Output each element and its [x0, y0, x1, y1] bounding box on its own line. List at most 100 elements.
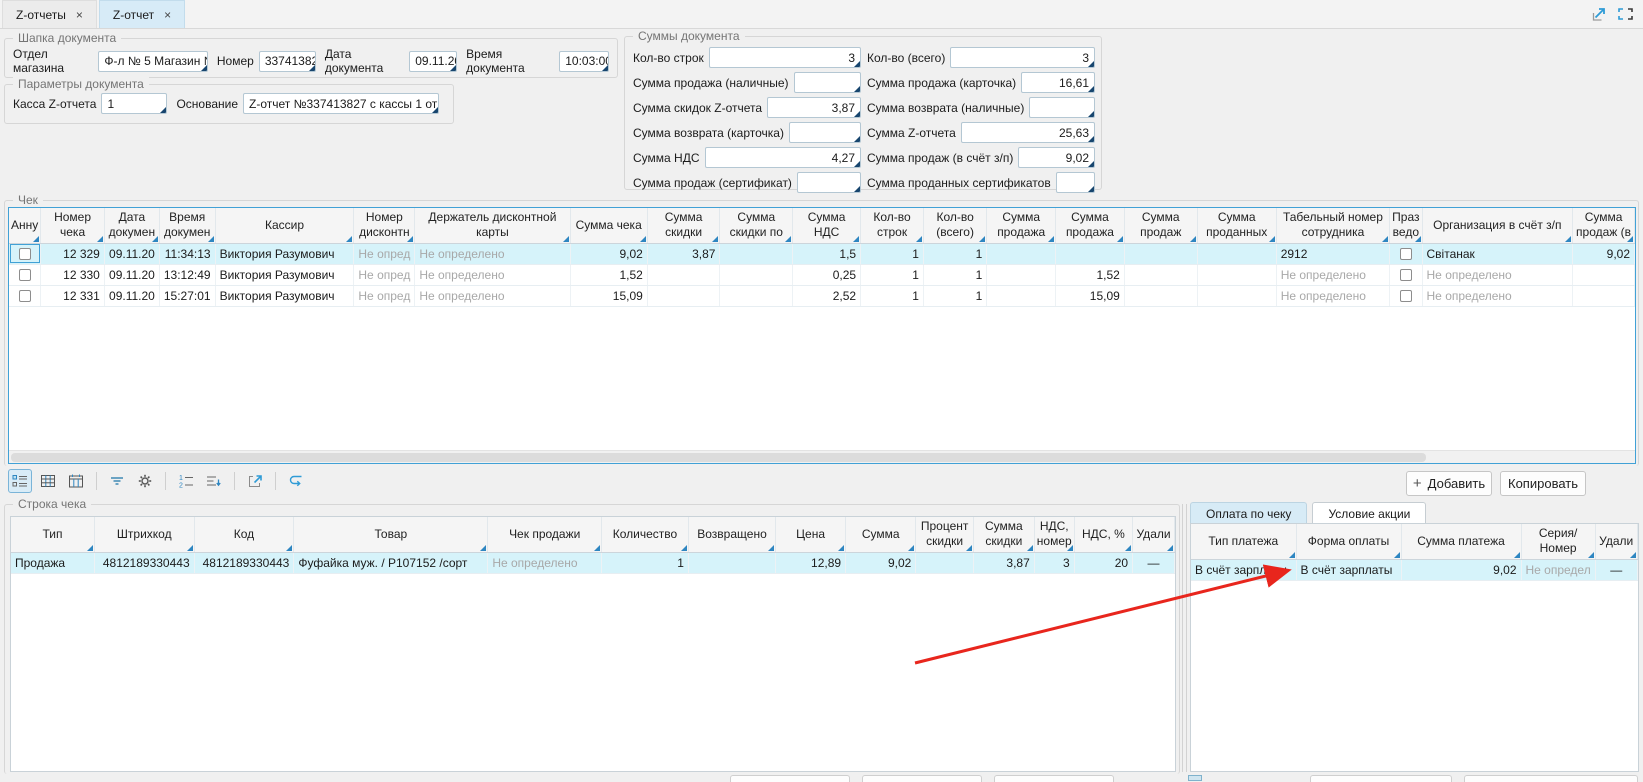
- table-row[interactable]: 12 33109.11.2015:27:01Виктория Разумович…: [9, 285, 1635, 306]
- cell[interactable]: [647, 264, 720, 285]
- field-input[interactable]: 337413827: [259, 51, 316, 72]
- cell[interactable]: 3: [1034, 552, 1074, 573]
- cell[interactable]: 9,02: [1401, 559, 1521, 580]
- column-header[interactable]: Удали: [1595, 524, 1637, 559]
- cell[interactable]: Не опред: [354, 264, 415, 285]
- column-header[interactable]: Процент скидки: [916, 517, 974, 552]
- open-external-icon[interactable]: [243, 469, 267, 493]
- cell[interactable]: 1: [923, 264, 986, 285]
- cell[interactable]: Виктория Разумович: [215, 285, 354, 306]
- tab-payment-by-check[interactable]: Оплата по чеку: [1190, 502, 1307, 524]
- column-header[interactable]: Сумма продаж (в: [1573, 208, 1635, 243]
- cell[interactable]: 09.11.20: [104, 285, 159, 306]
- add-button[interactable]: + Добавить: [1406, 471, 1492, 496]
- field-input[interactable]: 10:03:00: [559, 51, 609, 72]
- refresh-icon[interactable]: [284, 469, 308, 493]
- cell[interactable]: 9,02: [570, 243, 647, 264]
- cell[interactable]: 1: [602, 552, 689, 573]
- tab-z-otchet[interactable]: Z-отчет ×: [99, 0, 185, 28]
- settings-gear-icon[interactable]: [133, 469, 157, 493]
- cell[interactable]: Світанак: [1422, 243, 1573, 264]
- cell[interactable]: 1: [923, 243, 986, 264]
- cell[interactable]: Не определено: [415, 264, 570, 285]
- field-input[interactable]: 09.11.20: [409, 51, 457, 72]
- column-header[interactable]: Держатель дисконтной карты: [415, 208, 570, 243]
- tab-z-otchety[interactable]: Z-отчеты ×: [2, 0, 97, 28]
- checkbox[interactable]: [19, 248, 31, 260]
- column-header[interactable]: Праз ведо: [1390, 208, 1422, 243]
- cell[interactable]: 15:27:01: [159, 285, 215, 306]
- filter-icon[interactable]: [105, 469, 129, 493]
- column-header[interactable]: Сумма проданных: [1197, 208, 1276, 243]
- column-header[interactable]: Сумма продажа: [1056, 208, 1125, 243]
- table-row[interactable]: 12 32909.11.2011:34:13Виктория Разумович…: [9, 243, 1635, 264]
- cell[interactable]: [987, 264, 1056, 285]
- cell[interactable]: [1197, 285, 1276, 306]
- column-header[interactable]: Сумма платежа: [1401, 524, 1521, 559]
- sort-list-icon[interactable]: [202, 469, 226, 493]
- cell[interactable]: [987, 285, 1056, 306]
- cell[interactable]: [720, 243, 793, 264]
- cell[interactable]: 1: [861, 264, 924, 285]
- cell[interactable]: [720, 264, 793, 285]
- column-header[interactable]: Серия/ Номер: [1521, 524, 1595, 559]
- cell[interactable]: Фуфайка муж. / Р107152 /сорт: [294, 552, 488, 573]
- cell[interactable]: В счёт зарплаты: [1191, 559, 1296, 580]
- cell[interactable]: Виктория Разумович: [215, 264, 354, 285]
- cell[interactable]: —: [1595, 559, 1637, 580]
- column-header[interactable]: Анну: [9, 208, 41, 243]
- cell[interactable]: [916, 552, 974, 573]
- column-header[interactable]: Штрихкод: [94, 517, 194, 552]
- cell[interactable]: 1: [861, 243, 924, 264]
- grid-view-icon[interactable]: [36, 469, 60, 493]
- field-input[interactable]: 3,87: [767, 97, 861, 118]
- cell[interactable]: Не определено: [1422, 285, 1573, 306]
- field-input[interactable]: [797, 172, 861, 193]
- cell[interactable]: [9, 264, 41, 285]
- field-input[interactable]: 3: [950, 47, 1095, 68]
- cell[interactable]: Виктория Разумович: [215, 243, 354, 264]
- cell[interactable]: 1: [923, 285, 986, 306]
- field-input[interactable]: Z-отчет №337413827 с кассы 1 от 2020: [243, 93, 439, 114]
- cell[interactable]: 2912: [1276, 243, 1389, 264]
- field-input[interactable]: 4,27: [705, 147, 862, 168]
- cell[interactable]: Не определено: [415, 243, 570, 264]
- cell[interactable]: Не определ: [1521, 559, 1595, 580]
- cell[interactable]: 3,87: [973, 552, 1034, 573]
- cell[interactable]: Не определено: [1422, 264, 1573, 285]
- column-header[interactable]: Сумма скидки: [973, 517, 1034, 552]
- cell[interactable]: 09.11.20: [104, 243, 159, 264]
- table-row[interactable]: 12 33009.11.2013:12:49Виктория Разумович…: [9, 264, 1635, 285]
- cell[interactable]: Не опред: [354, 285, 415, 306]
- cell[interactable]: Не определено: [1276, 285, 1389, 306]
- field-input[interactable]: 16,61: [1021, 72, 1095, 93]
- column-header[interactable]: Цена: [776, 517, 846, 552]
- column-header[interactable]: Время докумен: [159, 208, 215, 243]
- column-header[interactable]: Сумма чека: [570, 208, 647, 243]
- cell[interactable]: 3,87: [647, 243, 720, 264]
- cell[interactable]: 09.11.20: [104, 264, 159, 285]
- cell[interactable]: 1,52: [570, 264, 647, 285]
- table-row[interactable]: Продажа48121893304434812189330443Фуфайка…: [11, 552, 1175, 573]
- column-header[interactable]: Кол-во (всего): [923, 208, 986, 243]
- cell[interactable]: 15,09: [570, 285, 647, 306]
- scrollbar-thumb[interactable]: [11, 453, 1426, 462]
- column-header[interactable]: Товар: [294, 517, 488, 552]
- column-header[interactable]: Кассир: [215, 208, 354, 243]
- cell[interactable]: [1124, 285, 1197, 306]
- cell[interactable]: [1056, 243, 1125, 264]
- fullscreen-icon[interactable]: [1615, 5, 1635, 23]
- column-header[interactable]: НДС, %: [1074, 517, 1132, 552]
- cell[interactable]: 1,52: [1056, 264, 1125, 285]
- cell[interactable]: 13:12:49: [159, 264, 215, 285]
- cell[interactable]: [1573, 264, 1635, 285]
- column-header[interactable]: Тип платежа: [1191, 524, 1296, 559]
- cell[interactable]: 12 329: [41, 243, 105, 264]
- cell[interactable]: [1390, 243, 1422, 264]
- panel-splitter[interactable]: [1182, 504, 1187, 772]
- cell[interactable]: [1390, 264, 1422, 285]
- popout-icon[interactable]: [1589, 5, 1609, 23]
- cell[interactable]: 12 330: [41, 264, 105, 285]
- cell[interactable]: [720, 285, 793, 306]
- field-input[interactable]: [794, 72, 861, 93]
